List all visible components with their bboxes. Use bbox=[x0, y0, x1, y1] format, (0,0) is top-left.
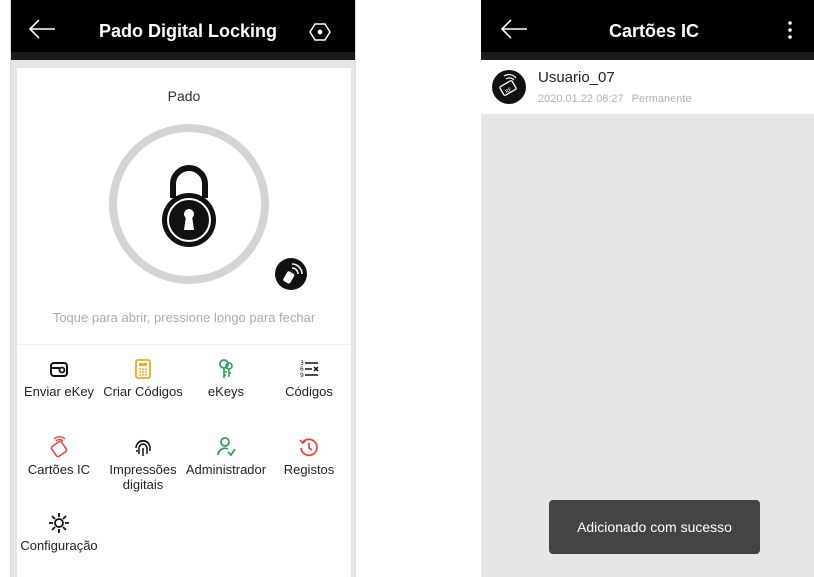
settings-icon bbox=[49, 513, 69, 533]
card-meta: 2020.01.22 08:27 Permanente bbox=[538, 93, 700, 105]
create-codes-icon bbox=[135, 359, 151, 379]
menu-label: Criar Códigos bbox=[103, 384, 183, 399]
lock-home-screen: Pado Digital Locking Pado Toque para abr… bbox=[10, 0, 356, 577]
card-name: Usuario_07 bbox=[538, 69, 615, 86]
divider bbox=[17, 344, 351, 345]
top-app-bar: Cartões IC bbox=[481, 0, 814, 60]
header-underbar bbox=[481, 52, 814, 60]
lock-settings-icon[interactable] bbox=[308, 22, 332, 42]
menu-label: eKeys bbox=[207, 384, 245, 399]
ic-card-icon: RF bbox=[499, 73, 517, 96]
card-validity: Permanente bbox=[631, 93, 692, 105]
ekeys-icon bbox=[219, 359, 233, 378]
unlock-button[interactable] bbox=[109, 124, 269, 284]
menu-records[interactable]: Registos bbox=[267, 436, 351, 477]
top-app-bar: Pado Digital Locking bbox=[11, 0, 355, 60]
codes-icon: 3 6 9 bbox=[300, 360, 319, 379]
menu-create-codes[interactable]: Criar Códigos bbox=[101, 358, 185, 399]
lock-card: Pado Toque para abrir, pressione longo p… bbox=[17, 68, 351, 577]
header-underbar bbox=[11, 52, 355, 60]
menu-label: Cartões IC bbox=[27, 462, 91, 477]
menu-administrator[interactable]: Administrador bbox=[184, 436, 268, 477]
menu-settings[interactable]: Configuração bbox=[17, 512, 101, 553]
send-ekey-icon bbox=[50, 362, 68, 377]
screen-title: Cartões IC bbox=[609, 21, 700, 41]
menu-label: Enviar eKey bbox=[23, 384, 95, 399]
back-arrow-icon[interactable] bbox=[499, 17, 529, 41]
menu-ic-cards[interactable]: Cartões IC bbox=[17, 436, 101, 477]
ic-card-row[interactable]: RF Usuario_07 2020.01.22 08:27 Permanente bbox=[481, 60, 814, 114]
card-date: 2020.01.22 08:27 bbox=[538, 93, 624, 105]
menu-label: Impressões digitais bbox=[109, 462, 177, 492]
app-title: Pado Digital Locking bbox=[99, 21, 278, 41]
ic-cards-screen: Cartões IC RF Usuario_07 2020.01.22 08:2… bbox=[481, 0, 814, 577]
menu-ekeys[interactable]: eKeys bbox=[184, 358, 268, 399]
ic-card-icon bbox=[50, 436, 68, 458]
menu-label: Códigos bbox=[285, 384, 333, 399]
svg-text:RF: RF bbox=[505, 87, 514, 95]
back-arrow-icon[interactable] bbox=[27, 17, 57, 41]
unlock-hint: Toque para abrir, pressione longo para f… bbox=[52, 310, 316, 325]
menu-label: Registos bbox=[283, 462, 335, 477]
menu-send-ekey[interactable]: Enviar eKey bbox=[17, 358, 101, 399]
rf-remote-badge[interactable] bbox=[275, 258, 307, 290]
svg-text:9: 9 bbox=[300, 372, 304, 379]
menu-label: Configuração bbox=[20, 538, 98, 553]
padlock-icon bbox=[162, 165, 216, 247]
records-icon bbox=[299, 438, 318, 457]
menu-codes[interactable]: 3 6 9 Códigos bbox=[267, 358, 351, 399]
ic-card-avatar: RF bbox=[492, 70, 526, 104]
menu-fingerprints[interactable]: Impressões digitais bbox=[101, 436, 185, 492]
remote-key-icon bbox=[283, 263, 303, 284]
fingerprint-icon bbox=[135, 439, 151, 456]
more-options-icon[interactable] bbox=[786, 20, 794, 40]
success-toast: Adicionado com sucesso bbox=[549, 500, 760, 554]
lock-name: Pado bbox=[167, 88, 201, 104]
admin-icon bbox=[217, 437, 236, 457]
menu-label: Administrador bbox=[185, 462, 267, 477]
